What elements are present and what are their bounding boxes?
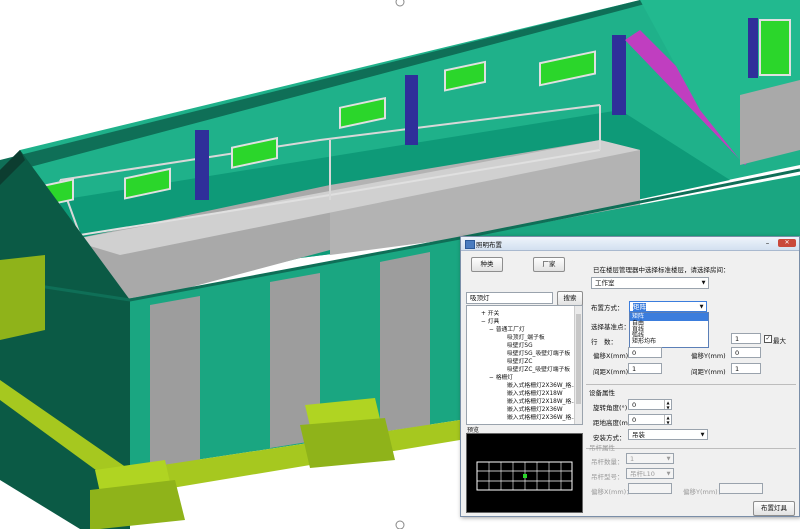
spinner-icon[interactable]: ▲ ▼ bbox=[664, 415, 671, 424]
minimize-button[interactable]: – bbox=[762, 239, 773, 247]
spacing-y-label: 间距Y(mm) bbox=[691, 368, 726, 376]
spinner-icon[interactable]: ▲ ▼ bbox=[664, 400, 671, 409]
install-select[interactable]: 吊装 ▼ bbox=[628, 429, 708, 440]
height-input[interactable]: 0 ▲ ▼ bbox=[628, 414, 672, 425]
hanger-count-label: 吊杆数量： bbox=[591, 458, 624, 466]
tree-scrollbar[interactable] bbox=[574, 306, 582, 424]
max-label: 最大 bbox=[773, 337, 786, 345]
base-point-label: 选择基准点： bbox=[591, 323, 630, 331]
hanger-model-label: 吊杆型号： bbox=[591, 473, 624, 481]
offset-y-input[interactable]: 0 bbox=[731, 347, 761, 358]
instruction-text: 已在楼层管理器中选择标准楼层，请选择房间： bbox=[593, 266, 730, 274]
hanger-offset-y-input bbox=[719, 483, 763, 494]
search-button[interactable]: 搜索 bbox=[557, 291, 583, 306]
room-select[interactable]: 工作室 ▼ bbox=[591, 277, 709, 289]
hanger-count-input: 1 ▼ bbox=[626, 453, 674, 464]
option-item[interactable]: 矩形均布 bbox=[630, 339, 708, 345]
hanger-offset-x-input bbox=[628, 483, 672, 494]
offset-y-label: 偏移Y(mm) bbox=[691, 352, 726, 360]
hanger-offset-x-label: 偏移X(mm)： bbox=[591, 488, 633, 496]
lighting-layout-dialog[interactable]: 照明布置 – ✕ 种类 厂家 吸顶灯 搜索 + 开关 − 灯具 − 普通工厂灯 … bbox=[460, 236, 800, 517]
rotation-label: 旋转角度(°) bbox=[593, 404, 628, 412]
spacing-x-input[interactable]: 1 bbox=[628, 363, 662, 374]
window-title: 照明布置 bbox=[476, 241, 502, 249]
chevron-down-icon: ▼ bbox=[700, 432, 705, 438]
tree-item[interactable]: 嵌入式格栅灯2X36W_格... bbox=[507, 412, 577, 421]
columns-input[interactable]: 1 bbox=[731, 333, 761, 344]
layout-mode-select[interactable]: 矩阵 ▼ bbox=[629, 301, 707, 312]
app-icon bbox=[465, 240, 475, 249]
layout-mode-options[interactable]: 矩阵 自由 直线 弧线 矩形均布 bbox=[629, 312, 709, 348]
tree-item[interactable]: 吸壁灯ZC_吸壁灯端子板 bbox=[507, 364, 570, 373]
close-button[interactable]: ✕ bbox=[778, 239, 796, 247]
hanger-model-select: 吊杆L10 ▼ bbox=[626, 468, 674, 479]
category-button[interactable]: 种类 bbox=[471, 257, 503, 272]
install-label: 安装方式： bbox=[593, 434, 626, 442]
divider bbox=[586, 448, 796, 449]
lamp-tree[interactable]: + 开关 − 灯具 − 普通工厂灯 吸顶灯_端子板 吸壁灯SG 吸壁灯SG_吸壁… bbox=[466, 305, 583, 425]
rows-label: 行 数： bbox=[591, 338, 617, 346]
chevron-down-icon: ▼ bbox=[699, 304, 704, 310]
spacing-x-label: 间距X(mm) bbox=[593, 368, 629, 376]
place-lamps-button[interactable]: 布置灯具 bbox=[753, 501, 795, 516]
rotation-input[interactable]: 0 ▲ ▼ bbox=[628, 399, 672, 410]
offset-x-input[interactable]: 0 bbox=[628, 347, 662, 358]
title-bar[interactable]: 照明布置 – ✕ bbox=[461, 237, 799, 251]
scroll-thumb[interactable] bbox=[576, 314, 581, 404]
height-label: 距地高度(m) bbox=[593, 419, 631, 427]
divider bbox=[586, 384, 796, 385]
grid-light-preview bbox=[476, 461, 573, 491]
vendor-button[interactable]: 厂家 bbox=[533, 257, 565, 272]
max-checkbox[interactable]: ✓ bbox=[764, 335, 772, 343]
device-section-title: 设备属性 bbox=[589, 389, 615, 397]
spacing-y-input[interactable]: 1 bbox=[731, 363, 761, 374]
hanger-section-title: 吊杆属性 bbox=[589, 444, 615, 452]
offset-x-label: 偏移X(mm) bbox=[593, 352, 629, 360]
layout-mode-label: 布置方式： bbox=[591, 304, 624, 312]
preview-panel bbox=[466, 433, 583, 513]
chevron-down-icon: ▼ bbox=[701, 280, 706, 286]
search-input[interactable]: 吸顶灯 bbox=[466, 292, 553, 304]
